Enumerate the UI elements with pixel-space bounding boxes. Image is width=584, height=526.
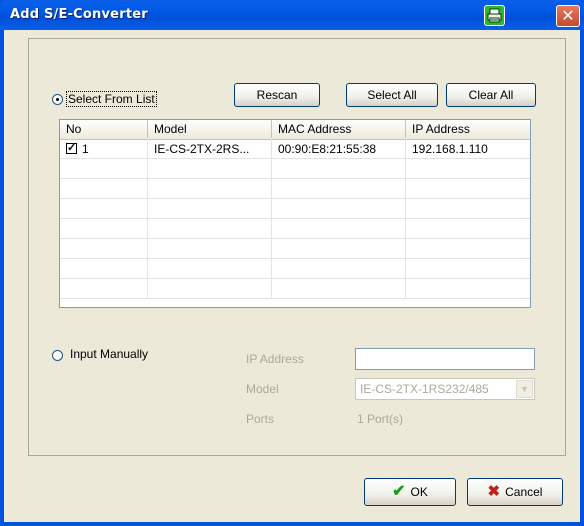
table-row[interactable]: ✓ 1 IE-CS-2TX-2RS... 00:90:E8:21:55:38 1… bbox=[60, 139, 530, 159]
model-label: Model bbox=[246, 382, 279, 396]
empty-row bbox=[60, 219, 530, 239]
x-icon: ✖ bbox=[487, 483, 501, 500]
column-header-no[interactable]: No bbox=[60, 120, 148, 138]
rescan-button[interactable]: Rescan bbox=[234, 83, 320, 107]
cancel-label: Cancel bbox=[505, 485, 543, 499]
cell-mac: 00:90:E8:21:55:38 bbox=[272, 139, 406, 159]
print-button[interactable] bbox=[484, 5, 505, 26]
cancel-button[interactable]: ✖ Cancel bbox=[467, 478, 563, 506]
ip-address-label: IP Address bbox=[246, 352, 304, 366]
ok-button[interactable]: ✔ OK bbox=[364, 478, 456, 506]
clear-all-button[interactable]: Clear All bbox=[446, 83, 536, 107]
column-header-model[interactable]: Model bbox=[148, 120, 272, 138]
ports-label: Ports bbox=[246, 412, 275, 426]
ports-value: 1 Port(s) bbox=[357, 412, 404, 426]
check-icon: ✔ bbox=[392, 483, 406, 500]
column-header-ip[interactable]: IP Address bbox=[406, 120, 530, 138]
select-from-list-radio[interactable] bbox=[52, 94, 63, 105]
ip-address-input[interactable] bbox=[355, 348, 535, 370]
empty-row bbox=[60, 199, 530, 219]
model-select[interactable]: IE-CS-2TX-1RS232/485 ▼ bbox=[355, 378, 535, 400]
model-select-value: IE-CS-2TX-1RS232/485 bbox=[360, 382, 489, 396]
cell-no: ✓ 1 bbox=[60, 139, 148, 159]
empty-row bbox=[60, 159, 530, 179]
dialog-window: Add S/E-Converter ✕ Select From List Res… bbox=[0, 0, 584, 526]
input-manually-label[interactable]: Input Manually bbox=[70, 347, 148, 361]
cell-ip: 192.168.1.110 bbox=[412, 142, 488, 156]
row-number: 1 bbox=[82, 142, 89, 156]
empty-row bbox=[60, 179, 530, 199]
close-icon: ✕ bbox=[561, 6, 575, 25]
row-checkbox[interactable]: ✓ bbox=[66, 143, 77, 154]
cell-model: IE-CS-2TX-2RS... bbox=[148, 139, 272, 159]
input-manually-radio[interactable] bbox=[52, 350, 63, 361]
select-from-list-label[interactable]: Select From List bbox=[66, 91, 157, 107]
empty-row bbox=[60, 279, 530, 299]
title-bar[interactable]: Add S/E-Converter ✕ bbox=[0, 0, 584, 30]
printer-icon bbox=[487, 8, 502, 23]
list-header: No Model MAC Address IP Address bbox=[60, 120, 530, 140]
device-list[interactable]: No Model MAC Address IP Address ✓ 1 IE-C… bbox=[59, 119, 531, 308]
select-all-button[interactable]: Select All bbox=[346, 83, 438, 107]
close-button[interactable]: ✕ bbox=[556, 5, 580, 27]
ok-label: OK bbox=[410, 485, 428, 499]
empty-row bbox=[60, 259, 530, 279]
window-title: Add S/E-Converter bbox=[10, 7, 148, 22]
column-header-mac[interactable]: MAC Address bbox=[272, 120, 406, 138]
chevron-down-icon[interactable]: ▼ bbox=[516, 380, 533, 398]
empty-row bbox=[60, 239, 530, 259]
